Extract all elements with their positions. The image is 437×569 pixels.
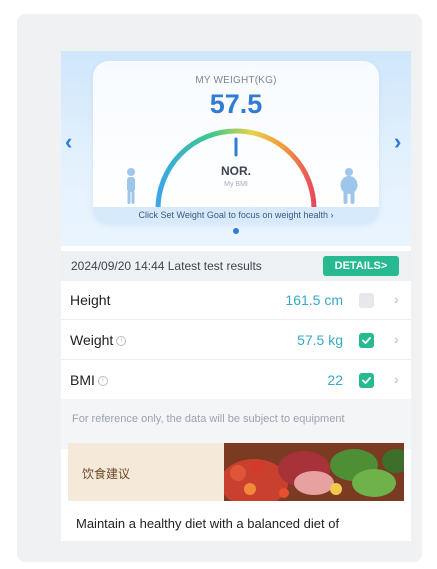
food-image [224,443,404,501]
latest-result-row: 2024/09/20 14:44 Latest test results DET… [61,251,411,281]
carousel-indicator [233,228,239,234]
metric-row-height[interactable]: Height 161.5 cm › [61,281,411,320]
diet-advice-text: Maintain a healthy diet with a balanced … [76,516,340,531]
slim-figure-icon [127,168,135,204]
metric-label: BMI i [70,372,108,388]
metric-row-bmi[interactable]: BMI i 22 › [61,361,411,400]
metric-value: 161.5 cm [285,292,343,308]
chevron-right-icon: › [394,371,399,387]
next-arrow-icon[interactable]: › [394,131,401,153]
info-icon[interactable]: i [97,376,108,387]
diet-advice-card[interactable]: 饮食建议 Maintain a healthy diet with a bala… [68,443,404,541]
chevron-right-icon: › [394,291,399,307]
prev-arrow-icon[interactable]: ‹ [65,131,72,153]
set-goal-banner[interactable]: Click Set Weight Goal to focus on weight… [93,207,379,223]
metric-label: Weight i [70,332,127,348]
metric-row-weight[interactable]: Weight i 57.5 kg › [61,321,411,360]
metric-label: Height [70,292,111,308]
metric-value: 22 [327,372,343,388]
checkbox-checked-icon[interactable] [359,373,374,388]
weight-card: MY WEIGHT(KG) 57.5 NOR. My BMI [93,61,379,223]
diet-header: 饮食建议 [68,443,404,501]
chevron-right-icon: › [394,331,399,347]
metric-value: 57.5 kg [297,332,343,348]
diet-title: 饮食建议 [82,467,131,481]
checkbox-unchecked-icon[interactable] [359,293,374,308]
heavy-figure-icon [340,168,358,204]
disclaimer-text: For reference only, the data will be sub… [61,399,411,449]
info-icon[interactable]: i [116,336,127,347]
details-button[interactable]: DETAILS> [323,256,399,276]
latest-result-text: 2024/09/20 14:44 Latest test results [71,259,262,273]
checkbox-checked-icon[interactable] [359,333,374,348]
metric-label-text: BMI [70,372,95,388]
weight-value: 57.5 [209,89,263,119]
metric-label-text: Weight [70,332,114,348]
app-screen: ‹ › MY WEIGHT(KG) 57.5 NOR. My BMI Click… [61,51,411,541]
weight-title: MY WEIGHT(KG) [195,75,277,86]
weight-hero: ‹ › MY WEIGHT(KG) 57.5 NOR. My BMI Click… [61,51,411,246]
